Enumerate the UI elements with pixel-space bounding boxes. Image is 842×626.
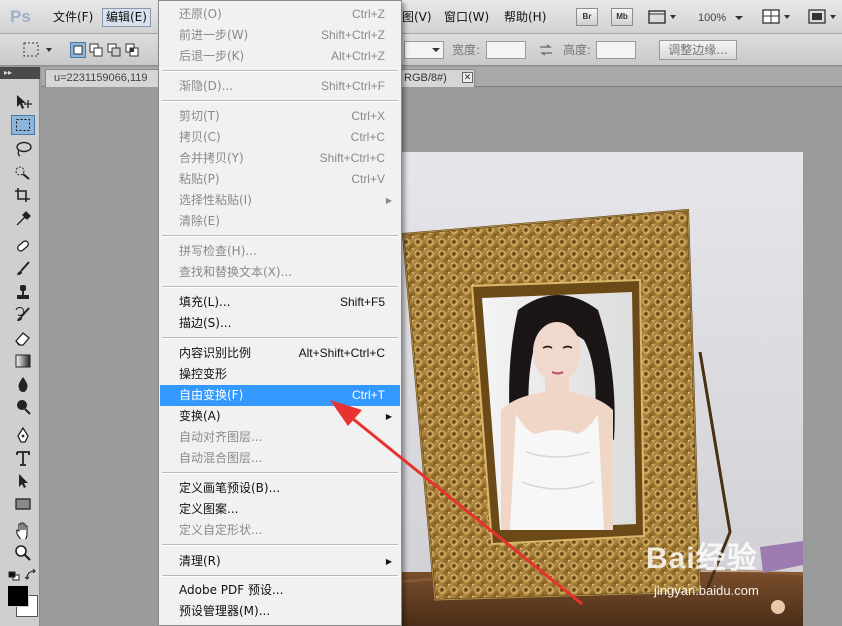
zoom-tool-icon[interactable] [11,543,35,563]
arrange-documents-icon[interactable] [762,9,792,25]
menu-item-check-spelling[interactable]: 拼写检查(H)... [160,241,400,262]
pen-tool-icon[interactable] [11,425,35,445]
menu-item-copy-merged[interactable]: 合并拷贝(Y) Shift+Ctrl+C [160,148,400,169]
menu-separator [162,100,398,102]
lasso-tool-icon[interactable] [11,139,35,159]
eyedropper-tool-icon[interactable] [11,208,35,228]
zoom-dropdown-icon[interactable] [734,12,744,22]
height-field[interactable] [596,41,636,59]
menu-separator [162,235,398,237]
menu-separator [162,544,398,546]
options-bar: 宽度: 高度: 调整边缘... [0,34,842,66]
menu-item-puppet-warp[interactable]: 操控变形 [160,364,400,385]
screen-mode-icon[interactable] [808,9,838,25]
menu-item-purge[interactable]: 清理(R) ▶ [160,551,400,572]
width-field[interactable] [486,41,526,59]
menu-window[interactable]: 窗口(W) [441,8,492,27]
menu-item-auto-blend-layers[interactable]: 自动混合图层... [160,448,400,469]
menu-help[interactable]: 帮助(H) [501,8,549,27]
view-extras-icon[interactable] [648,9,678,25]
menu-item-fade[interactable]: 渐隐(D)... Shift+Ctrl+F [160,76,400,97]
menu-separator [162,70,398,72]
rectangle-tool-icon[interactable] [11,494,35,514]
history-brush-tool-icon[interactable] [11,305,35,325]
mini-bridge-button[interactable]: Mb [611,8,633,26]
submenu-arrow-icon: ▶ [385,196,392,205]
menu-item-paste[interactable]: 粘贴(P) Ctrl+V [160,169,400,190]
menu-item-step-forward[interactable]: 前进一步(W) Shift+Ctrl+Z [160,25,400,46]
menu-file[interactable]: 文件(F) [50,8,96,27]
menu-item-cut[interactable]: 剪切(T) Ctrl+X [160,106,400,127]
dodge-tool-icon[interactable] [11,397,35,417]
menu-separator [162,575,398,577]
menu-item-define-pattern[interactable]: 定义图案... [160,499,400,520]
style-dropdown[interactable] [404,41,444,59]
rectangular-marquee-tool-icon[interactable] [11,115,35,135]
brush-tool-icon[interactable] [11,259,35,279]
menu-item-find-replace[interactable]: 查找和替换文本(X)... [160,262,400,283]
submenu-arrow-icon: ▶ [385,557,392,566]
tools-panel: ▸▸ [0,67,40,626]
width-label: 宽度: [452,43,481,57]
quick-selection-tool-icon[interactable] [11,162,35,182]
menu-item-clear[interactable]: 清除(E) [160,211,400,232]
spot-healing-brush-icon[interactable] [11,236,35,256]
foreground-color-swatch[interactable] [7,585,29,607]
subtract-from-selection-icon[interactable] [106,42,122,58]
menu-view[interactable]: 图(V) [399,8,435,27]
bridge-button[interactable]: Br [576,8,598,26]
photoshop-logo: Ps [10,7,31,26]
menu-item-adobe-pdf-presets[interactable]: Adobe PDF 预设... [160,580,400,601]
menu-item-undo[interactable]: 还原(O) Ctrl+Z [160,4,400,25]
menu-bar: Ps 文件(F) 编辑(E) 图(V) 窗口(W) 帮助(H) Br Mb 10… [0,0,842,34]
path-selection-tool-icon[interactable] [11,471,35,491]
hand-tool-icon[interactable] [11,520,35,540]
tools-panel-collapse-icon[interactable]: ▸▸ [0,67,40,79]
menu-item-fill[interactable]: 填充(L)... Shift+F5 [160,292,400,313]
menu-item-define-custom-shape[interactable]: 定义自定形状... [160,520,400,541]
menu-separator [162,472,398,474]
intersect-selection-icon[interactable] [124,42,140,58]
close-document-icon[interactable]: ✕ [462,72,473,83]
menu-item-paste-special[interactable]: 选择性粘贴(I) ▶ [160,190,400,211]
menu-item-stroke[interactable]: 描边(S)... [160,313,400,334]
menu-edit[interactable]: 编辑(E) [102,8,151,27]
menu-item-transform[interactable]: 变换(A) ▶ [160,406,400,427]
document-color-mode: RGB/8#) [404,72,447,84]
menu-item-step-backward[interactable]: 后退一步(K) Alt+Ctrl+Z [160,46,400,67]
refine-edge-button[interactable]: 调整边缘... [659,40,737,60]
add-to-selection-icon[interactable] [88,42,104,58]
crop-tool-icon[interactable] [11,185,35,205]
eraser-tool-icon[interactable] [11,328,35,348]
height-label: 高度: [563,43,592,57]
document-title: u=2231159066,119 [54,72,148,84]
menu-item-define-brush-preset[interactable]: 定义画笔预设(B)... [160,478,400,499]
swap-colors-icon[interactable] [24,568,37,581]
menu-item-auto-align-layers[interactable]: 自动对齐图层... [160,427,400,448]
default-colors-icon[interactable] [8,570,20,581]
swap-dimensions-icon[interactable] [539,44,553,56]
document-canvas-image[interactable] [400,152,803,626]
tool-preset-icon[interactable] [22,41,56,59]
menu-item-free-transform[interactable]: 自由变换(F) Ctrl+T [160,385,400,406]
menu-item-preset-manager[interactable]: 预设管理器(M)... [160,601,400,622]
new-selection-icon[interactable] [70,42,86,58]
menu-separator [162,286,398,288]
menu-separator [162,337,398,339]
zoom-level[interactable]: 100% [698,10,726,26]
type-tool-icon[interactable] [11,448,35,468]
blur-tool-icon[interactable] [11,374,35,394]
submenu-arrow-icon: ▶ [385,412,392,421]
menu-item-content-aware-scale[interactable]: 内容识别比例 Alt+Shift+Ctrl+C [160,343,400,364]
edit-menu-dropdown: 还原(O) Ctrl+Z 前进一步(W) Shift+Ctrl+Z 后退一步(K) A… [158,0,402,626]
clone-stamp-tool-icon[interactable] [11,282,35,302]
move-tool-icon[interactable] [11,92,35,112]
menu-item-copy[interactable]: 拷贝(C) Ctrl+C [160,127,400,148]
gradient-tool-icon[interactable] [11,351,35,371]
